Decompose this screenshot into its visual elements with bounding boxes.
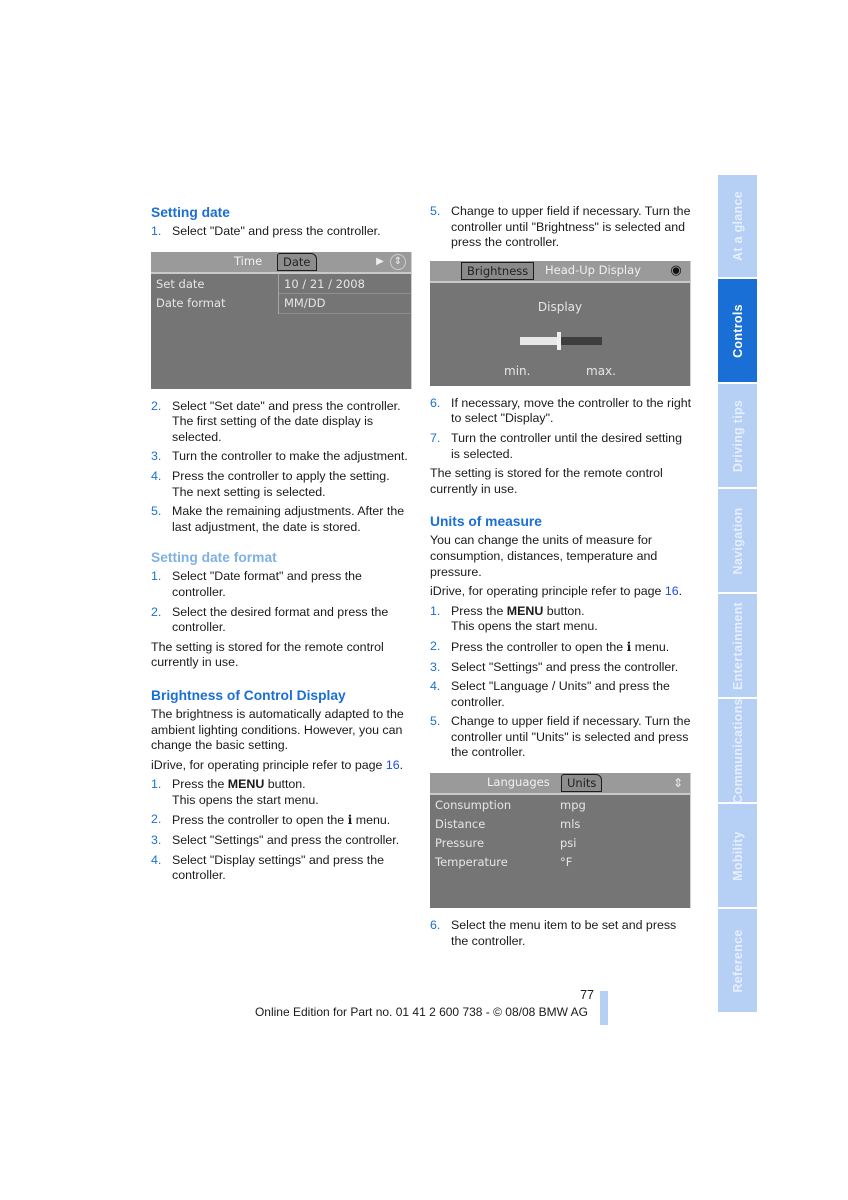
menu-button-label: MENU (506, 603, 544, 618)
row-set-date-value[interactable]: 10 / 21 / 2008 (284, 275, 365, 293)
controller-joystick-icon: ◉ (670, 262, 682, 278)
row-consumption-label[interactable]: Consumption (435, 796, 511, 814)
row-consumption-value[interactable]: mpg (560, 796, 586, 814)
step: 2. Select "Set date" and press the contro… (151, 398, 401, 444)
sidebar-tab-reference[interactable]: Reference (718, 909, 757, 1012)
heading-units-of-measure: Units of measure (430, 514, 542, 530)
step: 2. Press the controller to open the i men… (151, 812, 391, 828)
step: 5. Change to upper field if necessary. Tu… (430, 204, 691, 250)
step: 6. If necessary, move the controller to t… (430, 395, 692, 426)
row-divider (279, 312, 411, 314)
brightness-note: The setting is stored for the remote con… (430, 466, 663, 496)
brightness-steps-cont: 5. Change to upper field if necessary. Tu… (430, 204, 692, 251)
tab-languages[interactable]: Languages (482, 774, 555, 790)
units-idrive-ref: iDrive, for operating principle refer to… (430, 584, 683, 599)
idrive-units-screen: Languages Units ⇕ Consumption mpg Distan… (430, 773, 691, 909)
step: 1. Press the MENU button. This opens the s… (151, 777, 319, 807)
sidebar-tab-at-a-glance[interactable]: At a glance (718, 175, 757, 277)
step: 4. Press the controller to apply the sett… (151, 468, 390, 499)
tab-date-active[interactable]: Date (277, 252, 317, 271)
min-label: min. (504, 363, 531, 378)
sidebar-tab-controls[interactable]: Controls (718, 279, 757, 382)
step: 1. Select "Date" and press the controller… (151, 224, 381, 238)
row-temperature-label[interactable]: Temperature (435, 853, 508, 871)
units-intro: You can change the units of measure for … (430, 533, 658, 579)
menu-button-label: MENU (227, 777, 265, 792)
heading-brightness: Brightness of Control Display (151, 687, 346, 703)
page-link[interactable]: 16 (386, 758, 400, 772)
screen-tab-bar: Languages Units ⇕ (430, 773, 690, 796)
sidebar-tab-mobility[interactable]: Mobility (718, 804, 757, 907)
brightness-intro: The brightness is automatically adapted … (151, 706, 404, 753)
max-label: max. (586, 363, 616, 378)
idrive-date-screen: Time Date ▶ ⇕ Set date 10 / 21 / 2008 Da… (151, 251, 412, 389)
row-pressure-value[interactable]: psi (560, 834, 577, 852)
step: 2. Press the controller to open the i men… (430, 638, 670, 654)
step: 1. Press the MENU button. This opens the s… (430, 603, 598, 634)
sidebar-tab-communications[interactable]: Communications (718, 699, 757, 802)
step: 7. Turn the controller until the desired … (430, 430, 682, 461)
controller-updown-icon: ⇕ (672, 776, 684, 791)
column-divider (278, 273, 279, 314)
date-format-steps: 1. Select "Date format" and press the con… (151, 569, 413, 635)
sidebar-tab-entertainment[interactable]: Entertainment (718, 594, 757, 697)
setting-date-steps-1: 1. Select "Date" and press the controller… (151, 224, 413, 240)
step: 5. Change to upper field if necessary. Tu… (430, 714, 691, 760)
tab-units-active[interactable]: Units (561, 774, 603, 793)
play-arrow-icon: ▶ (376, 255, 384, 267)
idrive-brightness-screen: Brightness Head-Up Display ◉ Display min… (430, 260, 691, 386)
screen-tab-bar: Time Date ▶ ⇕ (151, 251, 411, 274)
row-set-date-label[interactable]: Set date (156, 275, 204, 293)
sidebar-tab-driving-tips[interactable]: Driving tips (718, 384, 757, 487)
step: 6. Select the menu item to be set and pre… (430, 918, 677, 948)
slider-handle[interactable] (557, 331, 561, 350)
heading-setting-date: Setting date (151, 205, 230, 220)
step: 1. Select "Date format" and press the con… (151, 569, 362, 599)
chapter-sidebar: At a glance Controls Driving tips Naviga… (718, 175, 757, 1014)
units-steps: 1. Press the MENU button. This opens the s… (430, 604, 692, 761)
left-column: Setting date 1. Select "Date" and press t… (151, 204, 413, 888)
step: 3. Turn the controller to make the adjust… (151, 449, 408, 464)
brightness-steps: 1. Press the MENU button. This opens the s… (151, 777, 413, 884)
step: 3. Select "Settings" and press the contro… (151, 833, 400, 848)
step: 3. Select "Settings" and press the contro… (430, 659, 679, 674)
step: 2. Select the desired format and press th… (151, 604, 389, 635)
slider-fill (520, 336, 559, 345)
brightness-steps-after: 6. If necessary, move the controller to t… (430, 396, 692, 462)
tab-time[interactable]: Time (229, 253, 267, 269)
tab-brightness-active[interactable]: Brightness (461, 261, 535, 280)
page-link[interactable]: 16 (665, 584, 679, 598)
page-number: 77 (580, 988, 594, 1002)
date-format-note: The setting is stored for the remote con… (151, 639, 384, 670)
footer-edition-text: Online Edition for Part no. 01 41 2 600 … (254, 1005, 588, 1019)
screen-tab-bar: Brightness Head-Up Display ◉ (430, 260, 690, 283)
row-date-format-value[interactable]: MM/DD (284, 294, 325, 312)
brightness-idrive-ref: iDrive, for operating principle refer to… (151, 757, 404, 772)
row-distance-label[interactable]: Distance (435, 815, 485, 833)
step: 5. Make the remaining adjustments. After … (151, 504, 405, 534)
setting-date-steps-2: 2. Select "Set date" and press the contro… (151, 399, 413, 536)
brightness-slider[interactable] (520, 331, 602, 350)
row-date-format-label[interactable]: Date format (156, 294, 226, 312)
row-temperature-value[interactable]: °F (560, 853, 572, 871)
step: 4. Select "Language / Units" and press th… (430, 679, 670, 709)
heading-setting-date-format: Setting date format (151, 550, 277, 566)
row-pressure-label[interactable]: Pressure (435, 834, 484, 852)
right-column: 5. Change to upper field if necessary. Tu… (430, 204, 692, 953)
display-title: Display (537, 299, 583, 314)
row-distance-value[interactable]: mls (560, 815, 580, 833)
units-steps-after: 6. Select the menu item to be set and pre… (430, 918, 692, 949)
footer-marker-bar (600, 991, 608, 1025)
sidebar-tab-navigation[interactable]: Navigation (718, 489, 757, 592)
tab-head-up-display[interactable]: Head-Up Display (540, 262, 646, 278)
step: 4. Select "Display settings" and press th… (151, 852, 384, 883)
controller-icon: ⇕ (390, 253, 406, 270)
